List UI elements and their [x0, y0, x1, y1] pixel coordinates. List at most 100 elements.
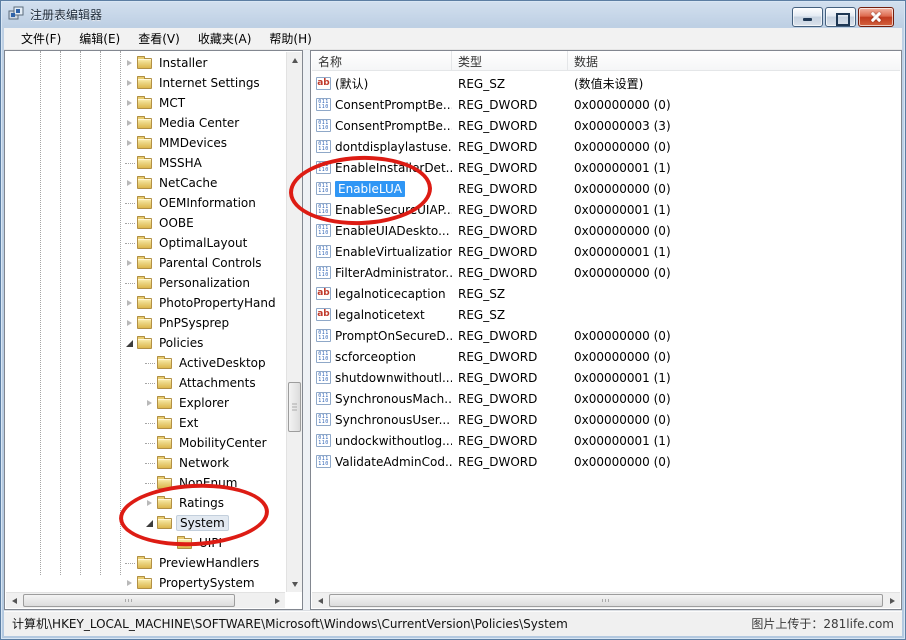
table-row[interactable]: (默认)REG_SZ(数值未设置): [312, 73, 900, 94]
expander-collapsed-icon[interactable]: [123, 60, 136, 66]
table-row[interactable]: 011110SynchronousMach...REG_DWORD0x00000…: [312, 388, 900, 409]
folder-icon: [137, 138, 152, 149]
expander-collapsed-icon[interactable]: [123, 300, 136, 306]
folder-icon: [177, 538, 192, 549]
expander-collapsed-icon[interactable]: [123, 180, 136, 186]
expander-collapsed-icon[interactable]: [123, 120, 136, 126]
menu-file[interactable]: 文件(F): [12, 27, 70, 50]
list-hscroll-thumb[interactable]: [329, 594, 883, 607]
table-row[interactable]: 011110dontdisplaylastuse...REG_DWORD0x00…: [312, 136, 900, 157]
table-row[interactable]: 011110EnableSecureUIAP...REG_DWORD0x0000…: [312, 199, 900, 220]
list-header: 名称 类型 数据: [312, 51, 900, 71]
tree-item-previewhandlers[interactable]: PreviewHandlers: [6, 553, 286, 573]
tree-connector: [143, 483, 156, 484]
tree-item-personalization[interactable]: Personalization: [6, 273, 286, 293]
column-header-type[interactable]: 类型: [452, 51, 568, 70]
menu-view[interactable]: 查看(V): [129, 27, 189, 50]
expander-expanded-icon[interactable]: [143, 520, 156, 527]
table-row[interactable]: 011110ConsentPromptBe...REG_DWORD0x00000…: [312, 115, 900, 136]
scroll-down-button[interactable]: [287, 576, 302, 592]
table-row[interactable]: 011110undockwithoutlog...REG_DWORD0x0000…: [312, 430, 900, 451]
tree-item-netcache[interactable]: NetCache: [6, 173, 286, 193]
table-row[interactable]: 011110FilterAdministrator...REG_DWORD0x0…: [312, 262, 900, 283]
tree-item-oeminformation[interactable]: OEMInformation: [6, 193, 286, 213]
expander-collapsed-icon[interactable]: [123, 580, 136, 586]
tree-item-installer[interactable]: Installer: [6, 53, 286, 73]
scroll-up-button[interactable]: [287, 52, 302, 68]
tree-item-uipi[interactable]: UIPI: [6, 533, 286, 553]
tree-item-ext[interactable]: Ext: [6, 413, 286, 433]
close-button[interactable]: [858, 7, 894, 27]
expander-collapsed-icon[interactable]: [143, 400, 156, 406]
tree-vertical-scrollbar[interactable]: [286, 52, 302, 592]
window-title: 注册表编辑器: [30, 6, 102, 23]
column-header-data[interactable]: 数据: [568, 51, 900, 70]
tree-hscroll-thumb[interactable]: [23, 594, 235, 607]
table-row[interactable]: 011110PromptOnSecureD...REG_DWORD0x00000…: [312, 325, 900, 346]
tree-item-oobe[interactable]: OOBE: [6, 213, 286, 233]
registry-editor-icon: [8, 6, 24, 22]
menu-favorites[interactable]: 收藏夹(A): [189, 27, 261, 50]
tree-item-policies[interactable]: Policies: [6, 333, 286, 353]
folder-icon: [137, 298, 152, 309]
folder-icon: [137, 558, 152, 569]
scroll-left-button[interactable]: [6, 593, 22, 608]
table-row[interactable]: 011110ConsentPromptBe...REG_DWORD0x00000…: [312, 94, 900, 115]
menu-help[interactable]: 帮助(H): [260, 27, 320, 50]
tree-item-pnpsysprep[interactable]: PnPSysprep: [6, 313, 286, 333]
tree-item-optimallayout[interactable]: OptimalLayout: [6, 233, 286, 253]
table-row[interactable]: 011110EnableInstallerDet...REG_DWORD0x00…: [312, 157, 900, 178]
table-row[interactable]: legalnoticecaptionREG_SZ: [312, 283, 900, 304]
tree-horizontal-scrollbar[interactable]: [6, 592, 285, 608]
tree-connector: [123, 163, 136, 164]
tree-vscroll-thumb[interactable]: [288, 382, 301, 432]
tree-item-propertysystem[interactable]: PropertySystem: [6, 573, 286, 592]
expander-collapsed-icon[interactable]: [123, 320, 136, 326]
expander-collapsed-icon[interactable]: [143, 500, 156, 506]
folder-icon: [157, 378, 172, 389]
tree-item-system[interactable]: System: [6, 513, 286, 533]
tree-item-nonenum[interactable]: NonEnum: [6, 473, 286, 493]
expander-collapsed-icon[interactable]: [123, 260, 136, 266]
minimize-button[interactable]: [792, 7, 823, 27]
table-row-selected-enablelua[interactable]: 011110EnableLUAREG_DWORD0x00000000 (0): [312, 178, 900, 199]
menu-edit[interactable]: 编辑(E): [70, 27, 129, 50]
tree-item-media-center[interactable]: Media Center: [6, 113, 286, 133]
tree-item-parental-controls[interactable]: Parental Controls: [6, 253, 286, 273]
table-row[interactable]: 011110scforceoptionREG_DWORD0x00000000 (…: [312, 346, 900, 367]
list-horizontal-scrollbar[interactable]: [312, 592, 900, 608]
table-row[interactable]: legalnoticetextREG_SZ: [312, 304, 900, 325]
maximize-button[interactable]: [825, 7, 856, 27]
scroll-left-button[interactable]: [312, 593, 328, 608]
tree-item-attachments[interactable]: Attachments: [6, 373, 286, 393]
table-row[interactable]: 011110shutdownwithoutl...REG_DWORD0x0000…: [312, 367, 900, 388]
table-row[interactable]: 011110SynchronousUser...REG_DWORD0x00000…: [312, 409, 900, 430]
tree-item-network[interactable]: Network: [6, 453, 286, 473]
tree-item-internet-settings[interactable]: Internet Settings: [6, 73, 286, 93]
reg-dword-icon: 011110: [316, 245, 331, 258]
tree-item-explorer[interactable]: Explorer: [6, 393, 286, 413]
tree-item-mobilitycenter[interactable]: MobilityCenter: [6, 433, 286, 453]
tree-item-ratings[interactable]: Ratings: [6, 493, 286, 513]
scroll-right-button[interactable]: [884, 593, 900, 608]
expander-expanded-icon[interactable]: [123, 340, 136, 347]
expander-collapsed-icon[interactable]: [123, 100, 136, 106]
title-bar[interactable]: 注册表编辑器: [0, 0, 906, 28]
tree-item-mct[interactable]: MCT: [6, 93, 286, 113]
scroll-right-button[interactable]: [269, 593, 285, 608]
arrow-up-icon: [292, 58, 298, 63]
reg-dword-icon: 011110: [316, 182, 331, 195]
reg-dword-icon: 011110: [316, 161, 331, 174]
tree-item-mssha[interactable]: MSSHA: [6, 153, 286, 173]
tree-item-mmdevices[interactable]: MMDevices: [6, 133, 286, 153]
table-row[interactable]: 011110ValidateAdminCod...REG_DWORD0x0000…: [312, 451, 900, 472]
tree-connector: [123, 223, 136, 224]
tree-connector: [143, 443, 156, 444]
tree-item-photopropertyhandlers[interactable]: PhotoPropertyHand: [6, 293, 286, 313]
expander-collapsed-icon[interactable]: [123, 140, 136, 146]
table-row[interactable]: 011110EnableUIADeskto...REG_DWORD0x00000…: [312, 220, 900, 241]
tree-item-activedesktop[interactable]: ActiveDesktop: [6, 353, 286, 373]
table-row[interactable]: 011110EnableVirtualizationREG_DWORD0x000…: [312, 241, 900, 262]
expander-collapsed-icon[interactable]: [123, 80, 136, 86]
column-header-name[interactable]: 名称: [312, 51, 452, 70]
